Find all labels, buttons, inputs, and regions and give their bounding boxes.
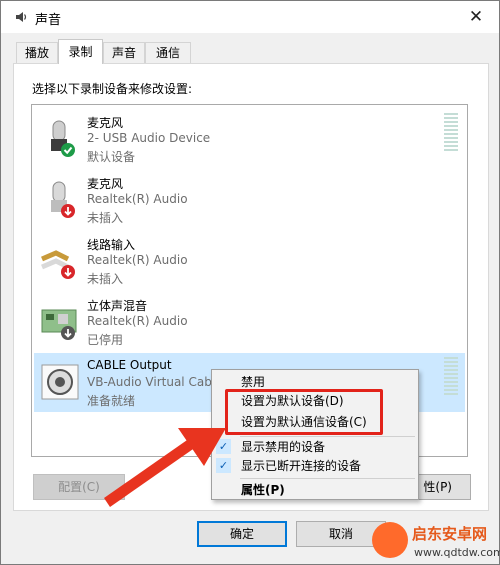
microphone-icon <box>51 181 75 218</box>
device-status: 已停用 <box>87 333 124 347</box>
device-name: 线路输入 <box>87 238 136 252</box>
device-item-usb-microphone[interactable]: 麦克风 2- USB Audio Device 默认设备 <box>34 109 465 168</box>
device-status: 准备就绪 <box>87 394 136 408</box>
device-status: 默认设备 <box>87 150 136 164</box>
device-item-stereo-mix[interactable]: 立体声混音 Realtek(R) Audio 已停用 <box>34 292 465 351</box>
instruction-text: 选择以下录制设备来修改设置: <box>32 82 193 96</box>
device-status: 未插入 <box>87 272 124 286</box>
watermark-name: 启东安卓网 <box>412 525 488 543</box>
device-description: 2- USB Audio Device <box>87 131 211 145</box>
title-bar: 声音 ✕ <box>1 1 499 33</box>
menu-item-label: 属性(P) <box>241 483 285 497</box>
tab-communications[interactable]: 通信 <box>145 42 191 63</box>
highlight-box <box>225 389 383 435</box>
device-name: CABLE Output <box>87 358 172 372</box>
device-description: Realtek(R) Audio <box>87 253 188 267</box>
level-meter <box>444 113 458 153</box>
watermark-logo-icon <box>372 522 408 558</box>
device-description: VB-Audio Virtual Cabl <box>87 375 216 389</box>
window-title: 声音 <box>35 13 62 28</box>
sound-card-icon <box>41 309 77 340</box>
device-description: Realtek(R) Audio <box>87 314 188 328</box>
device-name: 立体声混音 <box>87 299 148 313</box>
watermark-url: www.qdtdw.com <box>414 546 500 559</box>
menu-item-label: 显示已断开连接的设备 <box>241 459 362 473</box>
device-status: 未插入 <box>87 211 124 225</box>
speaker-icon <box>16 12 27 22</box>
checkmark-icon: ✓ <box>216 458 231 473</box>
tab-recording[interactable]: 录制 <box>58 39 103 64</box>
menu-item-properties[interactable]: 属性(P) <box>212 480 418 500</box>
device-item-realtek-microphone[interactable]: 麦克风 Realtek(R) Audio 未插入 <box>34 170 465 229</box>
site-watermark: 启东安卓网 www.qdtdw.com <box>368 518 500 565</box>
menu-item-show-disabled-devices[interactable]: ✓ 显示禁用的设备 <box>212 437 418 457</box>
menu-item-label: 显示禁用的设备 <box>241 440 326 454</box>
menu-separator <box>240 478 415 479</box>
microphone-icon <box>51 120 75 157</box>
device-name: 麦克风 <box>87 116 124 130</box>
cable-output-icon <box>41 364 79 400</box>
configure-button[interactable]: 配置(C) <box>33 474 125 500</box>
device-name: 麦克风 <box>87 177 124 191</box>
ok-button[interactable]: 确定 <box>197 521 287 547</box>
default-check-icon <box>61 143 75 157</box>
checkmark-icon: ✓ <box>216 439 231 454</box>
device-item-line-in[interactable]: 线路输入 Realtek(R) Audio 未插入 <box>34 231 465 290</box>
level-meter <box>444 357 458 397</box>
line-in-jack-icon <box>41 250 75 279</box>
tab-playback[interactable]: 播放 <box>16 42 58 63</box>
tab-sounds[interactable]: 声音 <box>103 42 145 63</box>
close-button[interactable]: ✕ <box>453 1 499 33</box>
menu-item-show-disconnected-devices[interactable]: ✓ 显示已断开连接的设备 <box>212 456 418 476</box>
device-description: Realtek(R) Audio <box>87 192 188 206</box>
